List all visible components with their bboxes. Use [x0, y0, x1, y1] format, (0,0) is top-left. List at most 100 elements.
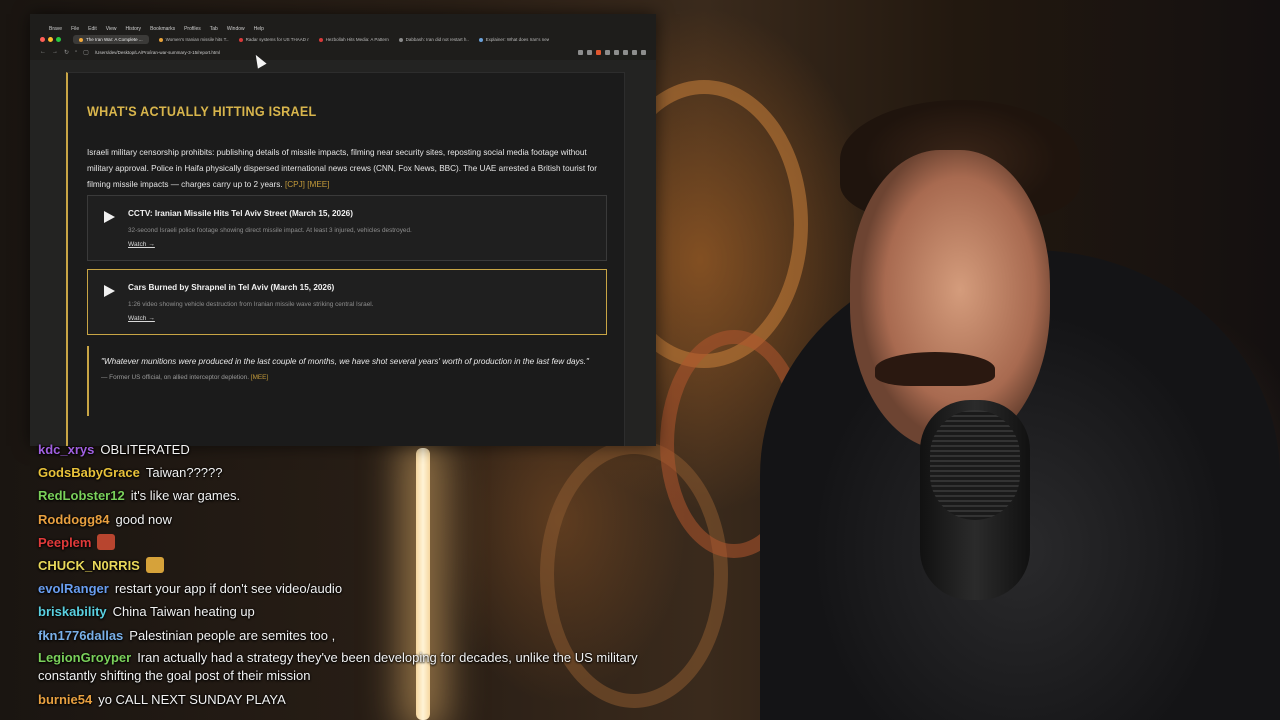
tab-bar: The Iran War: A Complete ... Women's Iran… [40, 34, 646, 45]
chat-username[interactable]: fkn1776dallas [38, 628, 123, 643]
zoom-icon[interactable] [578, 49, 583, 55]
menu-bar: Brave File Edit View History Bookmarks P… [40, 24, 646, 34]
chat-username[interactable]: briskability [38, 604, 107, 619]
video-card[interactable]: CCTV: Iranian Missile Hits Tel Aviv Stre… [87, 195, 607, 261]
url-field[interactable]: /Users/dev/Desktop/LA/Pro/iran-war-summa… [95, 50, 572, 55]
extension-icon[interactable] [605, 49, 610, 55]
menu-window[interactable]: Window [227, 26, 245, 32]
tab-favicon-icon [478, 37, 483, 42]
video-description: 32-second Israeli police footage showing… [128, 227, 412, 234]
tab-favicon-icon [318, 37, 323, 42]
tab-favicon-icon [398, 37, 403, 42]
share-icon[interactable] [587, 49, 592, 55]
chat-message: RedLobster12 it's like war games. [38, 484, 638, 507]
chat-username[interactable]: kdc_xrys [38, 442, 94, 457]
tab-label: Dabbash: Iran did not restart h... [405, 37, 469, 42]
intro-paragraph: Israeli military censorship prohibits: p… [87, 145, 607, 193]
tab-label: Radar systems for US THAAD m... [245, 37, 309, 42]
citation-link[interactable]: [MEE] [307, 180, 329, 189]
menu-view[interactable]: View [106, 26, 117, 32]
reload-icon[interactable]: ↻ [64, 49, 69, 56]
tab-favicon-icon [238, 37, 243, 42]
quote-attribution: — Former US official, on allied intercep… [101, 374, 605, 381]
forward-icon[interactable]: → [52, 49, 58, 55]
menu-file[interactable]: File [71, 26, 79, 32]
chat-emote-icon [97, 533, 116, 550]
microphone-grill [930, 410, 1020, 520]
video-description: 1:26 video showing vehicle destruction f… [128, 301, 374, 308]
chat-message: Roddogg84 good now [38, 508, 638, 531]
wallet-icon[interactable] [632, 49, 637, 55]
tab-favicon-icon [158, 37, 163, 42]
chat-text: Palestinian people are semites too , [129, 627, 336, 643]
play-icon[interactable] [104, 285, 115, 297]
menu-tab[interactable]: Tab [210, 26, 218, 32]
chat-text: it's like war games. [130, 488, 241, 504]
browser-tab[interactable]: Women's Iranian missile hits T... [153, 35, 229, 44]
tab-label: Explainer: What does Iran's new ... [485, 37, 549, 42]
browser-tab[interactable]: Radar systems for US THAAD m... [233, 35, 309, 44]
video-title: CCTV: Iranian Missile Hits Tel Aviv Stre… [128, 209, 353, 218]
chat-username[interactable]: GodsBabyGrace [38, 465, 140, 480]
close-window-button[interactable] [40, 37, 45, 42]
zoom-window-button[interactable] [56, 37, 61, 42]
chat-text: restart your app if don't see video/audi… [114, 581, 343, 597]
tab-label: The Iran War: A Complete ... [86, 37, 143, 42]
browser-tab[interactable]: Hezbollah Hits Media: A Pattern... [313, 35, 389, 44]
browser-tab[interactable]: The Iran War: A Complete ... [73, 35, 149, 44]
watch-link[interactable]: Watch → [128, 315, 155, 322]
address-bar: ← → ↻ ▫ ▢ /Users/dev/Desktop/LA/Pro/iran… [40, 47, 646, 57]
back-icon[interactable]: ← [40, 49, 46, 55]
section-title: WHAT'S ACTUALLY HITTING ISRAEL [87, 103, 317, 119]
chat-username[interactable]: CHUCK_N0RRIS [38, 558, 140, 573]
chat-text: Taiwan????? [145, 465, 223, 481]
minimize-window-button[interactable] [48, 37, 53, 42]
extension-icon[interactable] [614, 49, 619, 55]
menu-app[interactable]: Brave [49, 26, 62, 32]
citation-link[interactable]: [CPJ] [285, 180, 305, 189]
citation-link[interactable]: [MEE] [251, 374, 268, 381]
chat-message: fkn1776dallas Palestinian people are semi… [38, 624, 638, 647]
menu-bookmarks[interactable]: Bookmarks [150, 26, 175, 32]
video-title: Cars Burned by Shrapnel in Tel Aviv (Mar… [128, 283, 335, 292]
tab-label: Women's Iranian missile hits T... [165, 37, 229, 42]
section-card: WHAT'S ACTUALLY HITTING ISRAEL Israeli m… [66, 72, 625, 446]
chat-username[interactable]: evolRanger [38, 581, 109, 596]
streamer-webcam [760, 60, 1280, 720]
menu-profiles[interactable]: Profiles [184, 26, 201, 32]
watch-link[interactable]: Watch → [128, 241, 155, 248]
video-card[interactable]: Cars Burned by Shrapnel in Tel Aviv (Mar… [87, 269, 607, 335]
chat-username[interactable]: Roddogg84 [38, 512, 110, 527]
intro-text: Israeli military censorship prohibits: p… [87, 148, 597, 189]
menu-history[interactable]: History [126, 26, 142, 32]
play-icon[interactable] [104, 211, 115, 223]
sidebar-icon[interactable] [623, 49, 628, 55]
window-controls [40, 37, 61, 42]
tab-favicon-icon [79, 37, 83, 42]
tabs: The Iran War: A Complete ... Women's Iran… [73, 35, 549, 44]
extension-icons [578, 49, 646, 55]
chat-message: kdc_xrys OBLITERATED [38, 438, 638, 461]
shield-icon[interactable] [596, 49, 601, 55]
chat-username[interactable]: burnie54 [38, 692, 92, 707]
menu-edit[interactable]: Edit [88, 26, 97, 32]
file-icon: ▢ [83, 49, 89, 56]
tab-label: Hezbollah Hits Media: A Pattern... [325, 37, 389, 42]
chat-overlay: kdc_xrys OBLITERATED GodsBabyGrace Taiwan??… [38, 438, 638, 711]
chat-text: yo CALL NEXT SUNDAY PLAYA [98, 691, 286, 707]
chat-message: GodsBabyGrace Taiwan????? [38, 461, 638, 484]
menu-help[interactable]: Help [254, 26, 264, 32]
menu-icon[interactable] [641, 49, 646, 55]
chat-message: burnie54 yo CALL NEXT SUNDAY PLAYA [38, 688, 638, 711]
chat-username[interactable]: LegionGroyper [38, 650, 131, 665]
chat-username[interactable]: Peeplem [38, 535, 91, 550]
quote-text: "Whatever munitions were produced in the… [101, 357, 589, 366]
bookmark-icon[interactable]: ▫ [75, 49, 77, 55]
browser-tab[interactable]: Dabbash: Iran did not restart h... [393, 35, 469, 44]
browser-tab[interactable]: Explainer: What does Iran's new ... [473, 35, 549, 44]
chat-text: good now [115, 511, 172, 527]
chat-message: evolRanger restart your app if don't see … [38, 577, 638, 600]
chat-username[interactable]: RedLobster12 [38, 488, 125, 503]
pull-quote: "Whatever munitions were produced in the… [87, 346, 605, 416]
chat-message: briskability China Taiwan heating up [38, 600, 638, 623]
